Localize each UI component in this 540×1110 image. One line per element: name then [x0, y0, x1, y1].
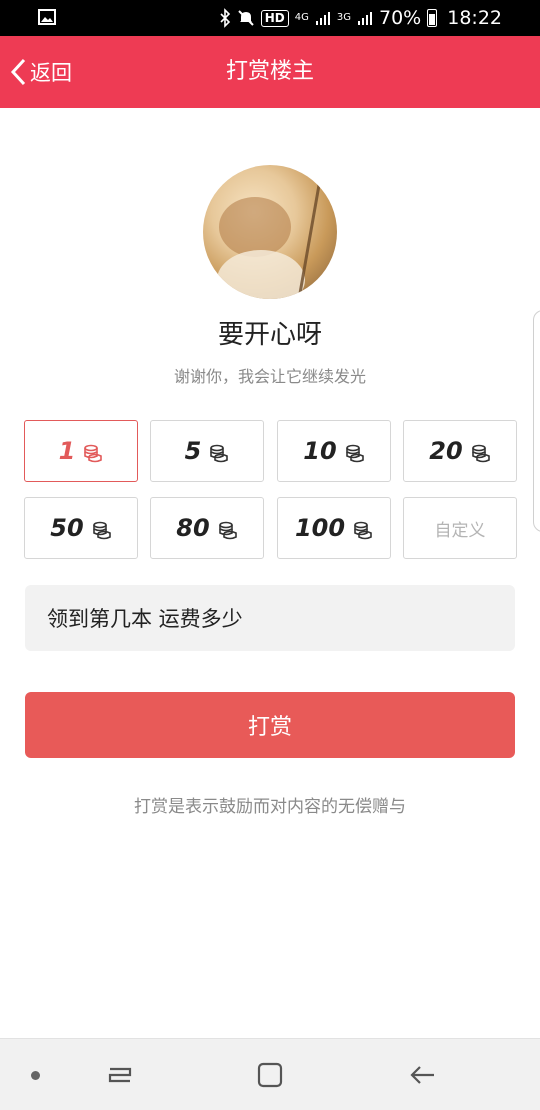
amount-option-custom[interactable]: 自定义: [403, 497, 517, 559]
signal-icon-2: [358, 12, 372, 25]
amount-value: 5: [184, 437, 202, 465]
network-3g-label: 3G: [336, 12, 351, 23]
back-label: 返回: [30, 61, 72, 85]
message-input[interactable]: 领到第几本 运费多少: [25, 585, 515, 651]
custom-amount-label: 自定义: [434, 520, 486, 541]
coin-stack-icon: [218, 521, 237, 539]
amount-option-20[interactable]: 20: [403, 420, 517, 482]
battery-percent: 70%: [379, 7, 422, 29]
page-title: 打赏楼主: [225, 59, 314, 84]
status-bar: HD 4G 3G 70% 18:22: [0, 0, 540, 36]
amount-value: 20: [429, 437, 463, 465]
chevron-left-icon: [10, 58, 26, 86]
user-name: 要开心呀: [217, 320, 322, 350]
back-arrow-icon[interactable]: [406, 1059, 438, 1091]
amount-value: 100: [294, 514, 346, 542]
amount-value: 80: [176, 514, 210, 542]
amount-option-10[interactable]: 10: [277, 420, 391, 482]
amount-value: 10: [303, 437, 337, 465]
coin-stack-icon: [354, 521, 372, 539]
app-header: 返回 打赏楼主: [0, 36, 540, 108]
hd-badge: HD: [260, 9, 289, 27]
amount-option-80[interactable]: 80: [150, 497, 264, 559]
mute-icon: [238, 10, 254, 26]
amount-option-100[interactable]: 100: [277, 497, 391, 559]
navigation-bar: [0, 1038, 540, 1110]
amount-option-1[interactable]: 1: [24, 420, 138, 482]
disclaimer-text: 打赏是表示鼓励而对内容的无偿赠与: [134, 797, 406, 817]
status-icons: HD 4G 3G 70% 18:22: [219, 5, 502, 31]
home-icon[interactable]: [254, 1059, 286, 1091]
nav-dot-icon[interactable]: [31, 1071, 40, 1080]
bluetooth-icon: [220, 8, 230, 28]
amount-value: 50: [50, 514, 84, 542]
coin-stack-icon: [92, 521, 111, 539]
signal-icon: [315, 12, 330, 25]
gallery-icon: [38, 9, 56, 25]
coin-stack-icon: [84, 444, 103, 462]
amount-value: 1: [58, 437, 76, 465]
network-4g-label: 4G: [294, 12, 309, 23]
recent-apps-icon[interactable]: [104, 1059, 136, 1091]
coin-stack-icon: [210, 444, 229, 462]
coin-stack-icon: [471, 444, 490, 462]
amount-option-50[interactable]: 50: [24, 497, 138, 559]
coin-stack-icon: [345, 444, 364, 462]
back-button[interactable]: 返回: [10, 36, 72, 108]
amount-option-5[interactable]: 5: [150, 420, 264, 482]
avatar: [203, 165, 337, 299]
avatar-image: [217, 184, 321, 299]
battery-icon: [427, 9, 438, 27]
reward-button[interactable]: 打赏: [25, 692, 515, 758]
edge-panel-handle[interactable]: [533, 310, 540, 532]
clock: 18:22: [447, 7, 502, 29]
thanks-message: 谢谢你，我会让它继续发光: [173, 367, 366, 386]
